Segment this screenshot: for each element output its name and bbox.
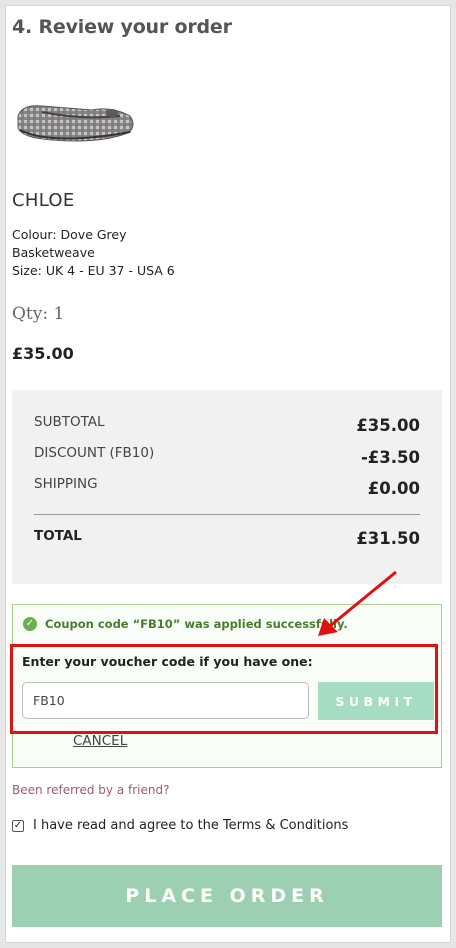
terms-conditions-link[interactable]: Terms & Conditions — [223, 818, 349, 833]
subtotal-value: £35.00 — [356, 416, 420, 435]
product-price: £35.00 — [12, 344, 74, 363]
total-label: TOTAL — [34, 528, 82, 544]
shipping-value: £0.00 — [367, 479, 420, 498]
submit-voucher-button[interactable]: SUBMIT — [318, 682, 434, 720]
product-material: Basketweave — [12, 245, 95, 260]
voucher-code-input[interactable] — [22, 682, 309, 719]
summary-divider — [34, 514, 420, 515]
checkout-page: 4. Review your order CHLOE Colour: Dove … — [6, 6, 450, 942]
subtotal-label: SUBTOTAL — [34, 414, 105, 430]
section-title: 4. Review your order — [12, 16, 232, 38]
discount-label: DISCOUNT (FB10) — [34, 445, 155, 461]
shoe-icon — [17, 105, 134, 142]
coupon-panel: ✓ Coupon code “FB10” was applied success… — [12, 604, 442, 768]
product-name: CHLOE — [12, 190, 75, 211]
product-size: Size: UK 4 - EU 37 - USA 6 — [12, 263, 175, 278]
referral-link[interactable]: Been referred by a friend? — [12, 783, 169, 797]
order-summary: SUBTOTAL £35.00 DISCOUNT (FB10) -£3.50 S… — [12, 390, 442, 584]
place-order-button[interactable]: PLACE ORDER — [12, 865, 442, 927]
product-colour: Colour: Dove Grey — [12, 227, 127, 242]
coupon-success-message: Coupon code “FB10” was applied successfu… — [45, 617, 348, 631]
terms-text: I have read and agree to the — [33, 818, 219, 833]
total-value: £31.50 — [356, 529, 420, 548]
terms-checkbox[interactable]: ✓ — [12, 819, 24, 832]
voucher-label: Enter your voucher code if you have one: — [22, 654, 313, 669]
product-quantity: Qty: 1 — [12, 304, 65, 324]
shipping-label: SHIPPING — [34, 476, 98, 492]
check-circle-icon: ✓ — [23, 617, 37, 631]
discount-value: -£3.50 — [360, 448, 420, 467]
cancel-voucher-link[interactable]: CANCEL — [73, 733, 127, 749]
terms-row: ✓ I have read and agree to the Terms & C… — [12, 818, 348, 833]
coupon-success-notice: ✓ Coupon code “FB10” was applied success… — [23, 617, 348, 631]
